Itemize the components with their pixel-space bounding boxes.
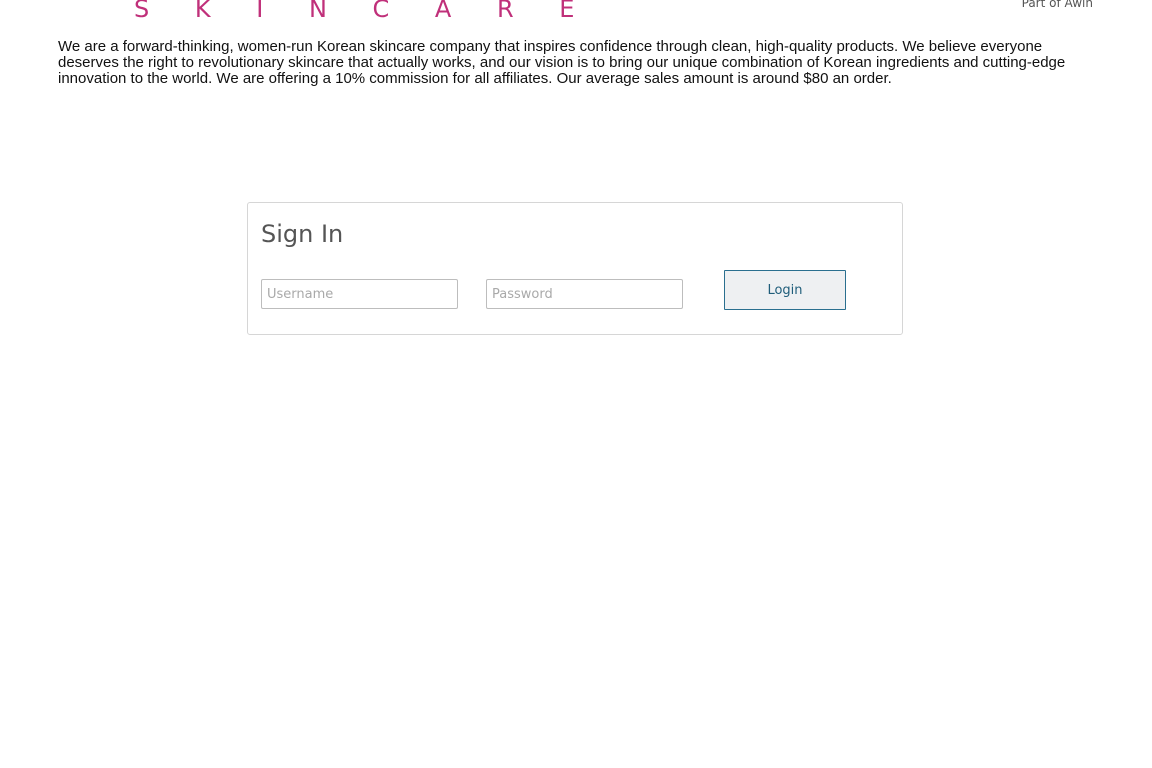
sign-in-panel: Sign In Login — [247, 202, 903, 335]
password-input[interactable] — [486, 279, 683, 309]
username-input[interactable] — [261, 279, 458, 309]
awin-network-link[interactable]: Part of Awin — [1022, 0, 1093, 11]
brand-logo: S K I N C A R E — [134, 0, 594, 23]
login-button[interactable]: Login — [724, 270, 846, 310]
sign-in-title: Sign In — [261, 220, 344, 248]
program-description: We are a forward-thinking, women-run Kor… — [58, 38, 1066, 87]
